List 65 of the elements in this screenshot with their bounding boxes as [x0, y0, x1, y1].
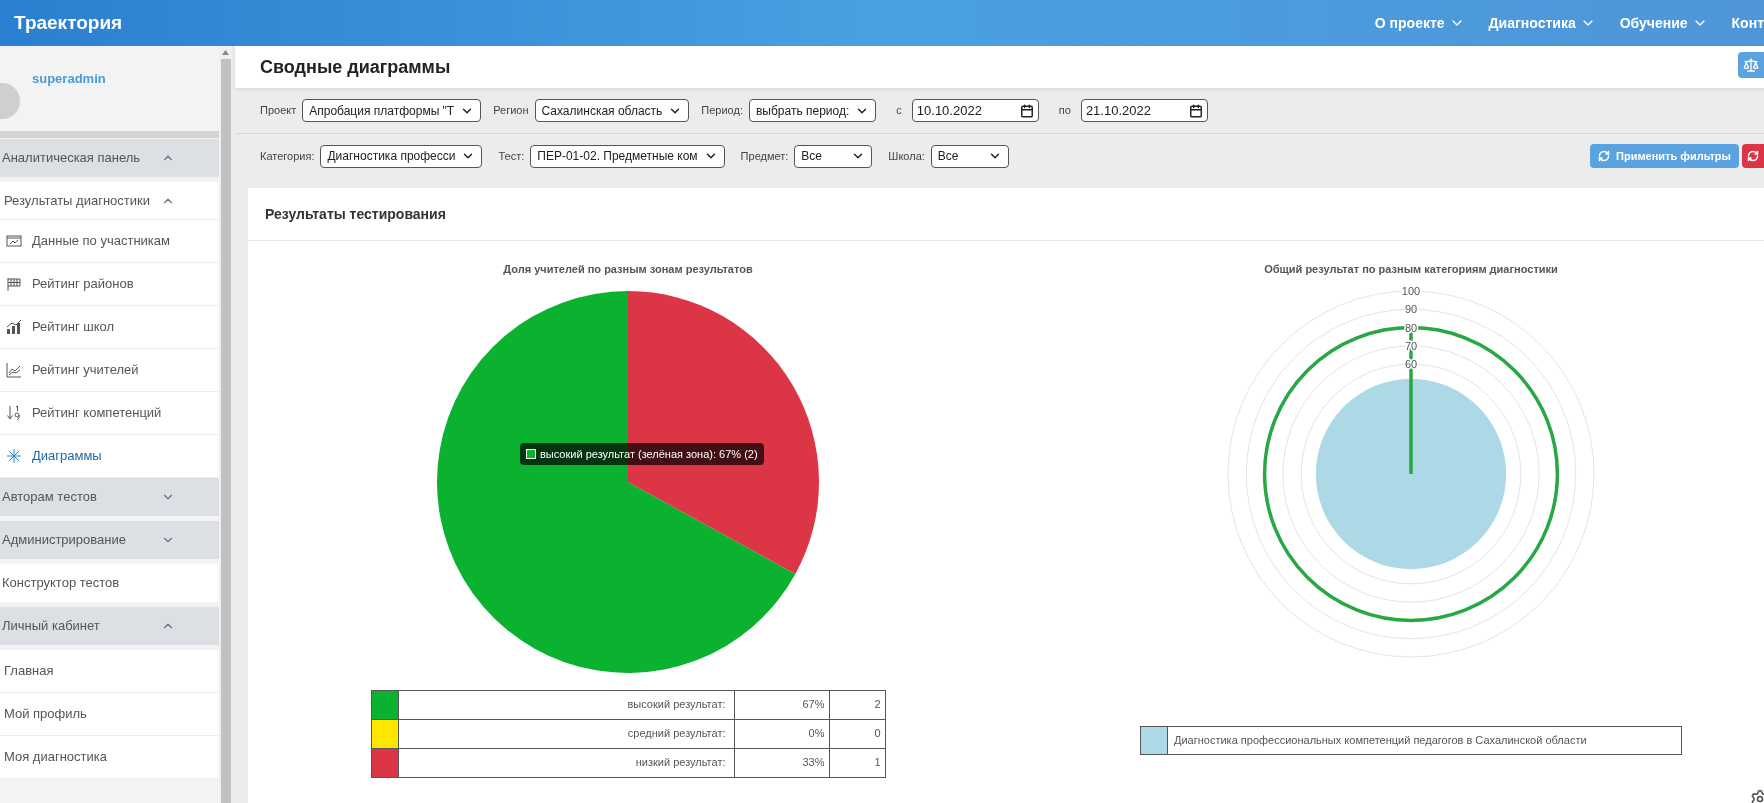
date-field[interactable]: 10.10.2022 — [911, 99, 1039, 122]
refresh-icon — [1747, 150, 1759, 162]
menu-item[interactable]: Данные по участникам — [0, 220, 219, 263]
scroll-up-icon[interactable] — [222, 50, 229, 55]
menu-item[interactable]: Рейтинг учителей — [0, 349, 219, 392]
filter-label: по — [1058, 103, 1071, 119]
select-field[interactable]: Диагностика професси — [320, 144, 483, 168]
card-title: Результаты тестирования — [265, 204, 446, 224]
legend-percent: 0% — [734, 719, 829, 748]
menu-group[interactable]: Администрирование — [0, 521, 219, 559]
chart-title: Общий результат по разным категориям диагностики — [1264, 262, 1558, 277]
menu-item[interactable]: Мой профиль — [0, 693, 219, 736]
scale-icon — [1743, 57, 1759, 73]
scale-label: 100 — [1401, 284, 1421, 297]
menu-item[interactable]: Главная — [0, 650, 219, 693]
filter-label: Школа: — [888, 148, 925, 164]
menu-group[interactable]: Личный кабинет — [0, 607, 219, 645]
refresh-icon — [1598, 150, 1611, 162]
chart-title: Доля учителей по разным зонам результатов — [503, 262, 753, 277]
menu-item-icon — [6, 362, 22, 378]
filter-label: Категория: — [260, 148, 315, 164]
menu-group[interactable]: Аналитическая панель — [0, 139, 219, 177]
menu-link[interactable]: Конструктор тестов — [0, 564, 219, 602]
reset-filters-button[interactable] — [1742, 144, 1764, 168]
select-field[interactable]: Все — [930, 144, 1009, 168]
legend-count: 2 — [829, 690, 885, 719]
legend-count: 1 — [829, 748, 885, 777]
filter-label: с — [896, 103, 902, 119]
legend-count: 0 — [829, 719, 885, 748]
legend-label: высокий результат: — [398, 690, 734, 719]
calendar-icon — [1019, 103, 1034, 118]
calendar-icon — [1188, 103, 1203, 118]
legend-label: низкий результат: — [398, 748, 734, 777]
select-field[interactable]: Сахалинская область — [534, 99, 690, 122]
menu-item[interactable]: Диаграммы — [0, 435, 219, 478]
legend-label: Диагностика профессиональных компетенций педагогов в Сахалинской области — [1173, 732, 1587, 748]
select-field[interactable]: выбрать период: — [748, 99, 877, 122]
logo-text[interactable]: Траектория — [14, 8, 123, 38]
filter-label: Проект — [260, 103, 297, 119]
menu-item-icon — [6, 448, 22, 464]
select-field[interactable]: Все — [794, 144, 873, 168]
menu-group[interactable]: Авторам тестов — [0, 478, 219, 516]
filter-label: Регион — [493, 103, 529, 119]
scale-label: 90 — [1404, 302, 1418, 315]
compare-button[interactable] — [1738, 52, 1764, 78]
filter-label: Тест: — [498, 148, 525, 164]
menu-item-icon — [6, 276, 22, 292]
menu-item-icon — [6, 319, 22, 335]
menu-item[interactable]: Моя диагностика — [0, 736, 219, 779]
menu-item-icon — [6, 405, 22, 421]
select-field[interactable]: Апробация платформы "Т — [302, 99, 482, 122]
date-field[interactable]: 21.10.2022 — [1080, 99, 1208, 122]
legend-percent: 67% — [734, 690, 829, 719]
filter-label: Период: — [701, 103, 743, 119]
menu-item-icon — [6, 233, 22, 249]
filter-label: Предмет: — [740, 148, 789, 164]
select-field[interactable]: ПЕР-01-02. Предметные ком — [530, 144, 725, 168]
menu-item[interactable]: Рейтинг компетенций — [0, 392, 219, 435]
menu-subgroup[interactable]: Результаты диагностики — [0, 182, 219, 220]
legend-label: средний результат: — [398, 719, 734, 748]
chart-tooltip: высокий результат (зелёная зона): 67% (2) — [520, 442, 764, 465]
menu-item[interactable]: Рейтинг районов — [0, 263, 219, 306]
menu-item[interactable]: Рейтинг школ — [0, 306, 219, 349]
page-title: Сводные диаграммы — [260, 55, 451, 79]
legend-percent: 33% — [734, 748, 829, 777]
